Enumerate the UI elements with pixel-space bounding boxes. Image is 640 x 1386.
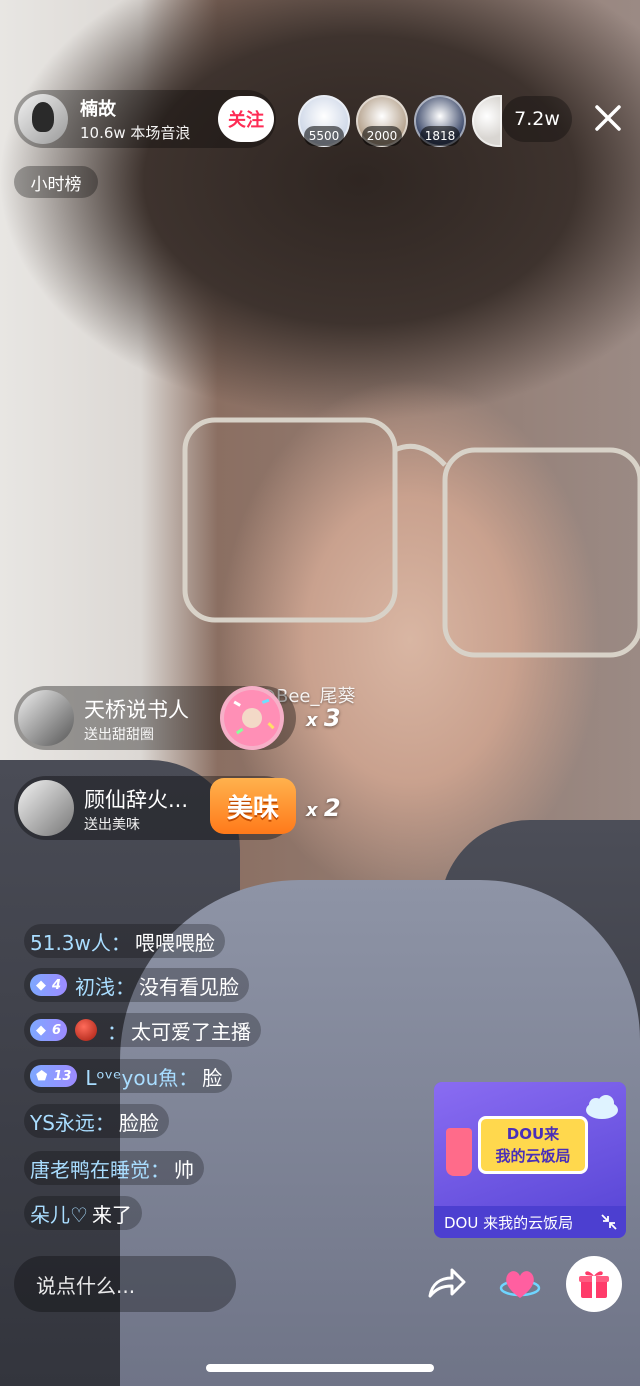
streamer-glasses — [182, 417, 640, 658]
gift-banner: 顾仙辞火... 送出美味 美味 — [14, 776, 296, 840]
promo-card[interactable]: DOU来 我的云饭局 DOU 来我的云饭局 — [434, 1082, 626, 1238]
chat-username: YS永远： — [30, 1110, 115, 1135]
chat-username: ： — [107, 1019, 128, 1044]
gift-button[interactable] — [566, 1256, 622, 1312]
chat-text: 帅 — [174, 1157, 194, 1182]
sound-wave-count: 10.6w 本场音浪 — [80, 124, 191, 142]
promo-caption: DOU 来我的云饭局 — [434, 1206, 626, 1238]
gift-count: x 3 — [306, 704, 341, 732]
gifter-avatar[interactable] — [18, 780, 74, 836]
meiwei-gift-icon: 美味 — [210, 778, 296, 834]
chat-message[interactable]: YS永远： 脸脸 — [24, 1104, 169, 1138]
follow-button[interactable]: 关注 — [218, 96, 274, 142]
close-icon — [595, 105, 621, 131]
close-button[interactable] — [586, 96, 630, 140]
chat-text: 没有看见脸 — [139, 974, 240, 999]
diamond-icon: ◆ — [36, 977, 46, 993]
online-count[interactable]: 7.2w — [502, 96, 572, 142]
chat-username: 初浅： — [75, 974, 136, 999]
collapse-icon[interactable] — [600, 1213, 618, 1231]
chat-username: Lᵒᵛᵉyou魚： — [85, 1065, 199, 1090]
chat-message[interactable]: 51.3w人： 喂喂喂脸 — [24, 924, 225, 958]
chat-message[interactable]: 朵儿♡ 来了 — [24, 1196, 142, 1230]
gift-action: 送出美味 — [84, 817, 140, 833]
home-indicator[interactable] — [206, 1364, 434, 1372]
gift-count: x 2 — [306, 794, 341, 822]
chat-text: 来了 — [91, 1202, 132, 1227]
promo-caption-text: DOU 来我的云饭局 — [444, 1213, 574, 1232]
gift-banner: 天桥说书人 送出甜甜圈 — [14, 686, 296, 750]
share-arrow-icon — [428, 1268, 466, 1298]
share-button[interactable] — [418, 1256, 474, 1312]
chat-text: 喂喂喂脸 — [134, 930, 215, 955]
viewer-contribution-badge: 1818 — [420, 126, 460, 146]
viewer-contribution-badge: 5500 — [304, 126, 344, 146]
chat-text: 脸脸 — [118, 1110, 159, 1135]
promo-sign-text: DOU来 我的云饭局 — [495, 1125, 571, 1165]
red-devil-emoji-icon — [75, 1019, 98, 1041]
host-avatar[interactable] — [18, 94, 68, 144]
level-badge: ⬟ 13 — [30, 1065, 78, 1087]
level-badge: ◆ 4 — [30, 974, 68, 996]
gift-box-icon — [579, 1271, 609, 1298]
chat-username: 唐老鸭在睡觉： — [30, 1157, 170, 1182]
gifter-name: 天桥说书人 — [84, 698, 189, 722]
gifter-avatar[interactable] — [18, 690, 74, 746]
like-button[interactable] — [492, 1256, 548, 1312]
chat-message[interactable]: ⬟ 13 Lᵒᵛᵉyou魚： 脸 — [24, 1059, 233, 1093]
promo-sign: DOU来 我的云饭局 — [478, 1116, 588, 1174]
chat-username: 朵儿♡ — [30, 1202, 88, 1227]
chat-username: 51.3w人： — [30, 930, 131, 955]
drink-cup-icon — [446, 1128, 472, 1176]
chat-message[interactable]: ◆ 4 初浅： 没有看见脸 — [24, 968, 250, 1002]
chat-message[interactable]: 唐老鸭在睡觉： 帅 — [24, 1151, 204, 1185]
gem-icon: ⬟ — [36, 1068, 48, 1084]
cloud-icon — [586, 1095, 618, 1119]
chat-text: 脸 — [202, 1065, 223, 1090]
gifter-name: 顾仙辞火... — [84, 788, 189, 812]
donut-gift-icon — [220, 686, 284, 750]
gift-action: 送出甜甜圈 — [84, 727, 154, 743]
comment-input[interactable]: 说点什么... — [14, 1256, 236, 1312]
hourly-rank-button[interactable]: 小时榜 — [14, 166, 98, 198]
diamond-icon: ◆ — [36, 1022, 46, 1038]
level-badge: ◆ 6 — [30, 1019, 68, 1041]
viewer-contribution-badge: 2000 — [362, 126, 402, 146]
chat-text: 太可爱了主播 — [131, 1019, 252, 1044]
chat-message[interactable]: ◆ 6 ： 太可爱了主播 — [24, 1013, 262, 1047]
heart-icon — [499, 1271, 541, 1298]
host-name: 楠故 — [80, 99, 116, 120]
